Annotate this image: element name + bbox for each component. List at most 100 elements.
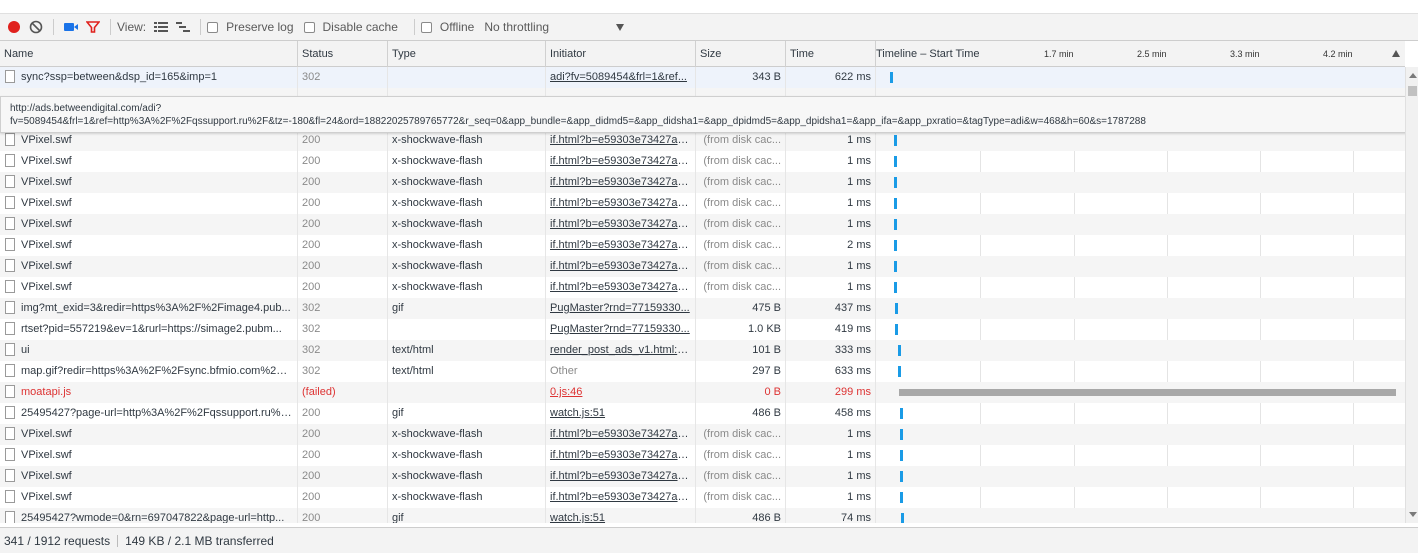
request-time: 1 ms <box>786 256 876 277</box>
request-initiator[interactable]: watch.js:51 <box>546 403 696 424</box>
table-row[interactable]: VPixel.swf 200 x-shockwave-flash if.html?b=… <box>0 130 1405 151</box>
checkbox-box[interactable] <box>303 21 315 33</box>
request-status: 200 <box>298 424 388 445</box>
throttling-select[interactable]: No throttling <box>484 20 625 34</box>
request-name[interactable]: VPixel.swf <box>0 466 298 487</box>
request-name[interactable]: VPixel.swf <box>0 424 298 445</box>
timeline-bar <box>901 513 904 523</box>
request-initiator[interactable]: adi?fv=5089454&frl=1&ref... <box>546 67 696 88</box>
request-initiator[interactable]: render_post_ads_v1.html:-l... <box>546 340 696 361</box>
table-row[interactable]: VPixel.swf 200 x-shockwave-flash if.html?b=… <box>0 151 1405 172</box>
request-name[interactable]: 25495427?wmode=0&rn=697047822&page-url=h… <box>0 508 298 523</box>
offline-checkbox[interactable]: Offline <box>420 20 474 34</box>
sort-ascending-icon[interactable] <box>1392 50 1400 57</box>
table-row[interactable]: VPixel.swf 200 x-shockwave-flash if.html?b=… <box>0 172 1405 193</box>
request-initiator[interactable]: if.html?b=e59303e73427a3... <box>546 172 696 193</box>
request-initiator[interactable]: if.html?b=e59303e73427a3... <box>546 235 696 256</box>
column-header-status[interactable]: Status <box>298 41 388 67</box>
request-initiator[interactable]: if.html?b=e59303e73427a3... <box>546 193 696 214</box>
request-size: 0 B <box>696 382 786 403</box>
request-size: (from disk cac... <box>696 151 786 172</box>
request-name[interactable]: VPixel.swf <box>0 235 298 256</box>
request-name[interactable]: VPixel.swf <box>0 172 298 193</box>
tooltip-line: fv=5089454&frl=1&ref=http%3A%2F%2Fqssupp… <box>10 116 1146 127</box>
request-initiator[interactable]: Other <box>546 361 696 382</box>
table-row[interactable]: img?mt_exid=3&redir=https%3A%2F%2Fimage4… <box>0 298 1405 319</box>
file-icon <box>5 279 15 293</box>
request-initiator[interactable]: PugMaster?rnd=77159330... <box>546 298 696 319</box>
request-name[interactable]: VPixel.swf <box>0 130 298 151</box>
overview-button[interactable] <box>172 16 194 38</box>
table-row[interactable]: 25495427?wmode=0&rn=697047822&page-url=h… <box>0 508 1405 523</box>
column-header-size[interactable]: Size <box>696 41 786 67</box>
request-name[interactable]: VPixel.swf <box>0 277 298 298</box>
disable-cache-checkbox[interactable]: Disable cache <box>303 20 398 34</box>
request-initiator[interactable]: if.html?b=e59303e73427a3... <box>546 214 696 235</box>
scroll-thumb[interactable] <box>1408 86 1417 96</box>
timeline-bar <box>898 345 901 356</box>
table-row[interactable]: VPixel.swf 200 x-shockwave-flash if.html?b=… <box>0 214 1405 235</box>
request-initiator[interactable]: if.html?b=e59303e73427a3... <box>546 130 696 151</box>
column-header-type[interactable]: Type <box>388 41 546 67</box>
table-row[interactable]: moatapi.js (failed) 0.js:46 0 B 299 ms <box>0 382 1405 403</box>
request-name[interactable]: VPixel.swf <box>0 193 298 214</box>
table-row[interactable]: sync?ssp=between&dsp_id=165&imp=1 302 adi?… <box>0 67 1405 88</box>
request-type: x-shockwave-flash <box>388 130 546 151</box>
request-timeline <box>876 214 1405 235</box>
request-name[interactable]: rtset?pid=557219&ev=1&rurl=https://simag… <box>0 319 298 340</box>
large-rows-button[interactable] <box>150 16 172 38</box>
request-initiator[interactable]: if.html?b=e59303e73427a3... <box>546 445 696 466</box>
table-row[interactable]: VPixel.swf 200 x-shockwave-flash if.html?b=… <box>0 466 1405 487</box>
scroll-up-icon[interactable] <box>1409 73 1417 78</box>
table-row[interactable]: VPixel.swf 200 x-shockwave-flash if.html?b=… <box>0 445 1405 466</box>
request-name[interactable]: moatapi.js <box>0 382 298 403</box>
clear-button[interactable] <box>25 16 47 38</box>
request-time: 633 ms <box>786 361 876 382</box>
table-row[interactable]: map.gif?redir=https%3A%2F%2Fsync.bfmio.c… <box>0 361 1405 382</box>
table-row[interactable]: VPixel.swf 200 x-shockwave-flash if.html?b=… <box>0 277 1405 298</box>
table-row[interactable]: VPixel.swf 200 x-shockwave-flash if.html?b=… <box>0 487 1405 508</box>
request-name[interactable]: VPixel.swf <box>0 151 298 172</box>
request-initiator[interactable]: if.html?b=e59303e73427a3... <box>546 487 696 508</box>
request-initiator[interactable]: if.html?b=e59303e73427a3... <box>546 151 696 172</box>
screenshot-button[interactable] <box>60 16 82 38</box>
checkbox-box[interactable] <box>207 21 219 33</box>
request-initiator[interactable]: if.html?b=e59303e73427a3... <box>546 277 696 298</box>
table-row[interactable]: VPixel.swf 200 x-shockwave-flash if.html?b=… <box>0 235 1405 256</box>
request-type: x-shockwave-flash <box>388 256 546 277</box>
table-row[interactable]: VPixel.swf 200 x-shockwave-flash if.html?b=… <box>0 193 1405 214</box>
request-initiator[interactable]: 0.js:46 <box>546 382 696 403</box>
scroll-down-icon[interactable] <box>1409 512 1417 517</box>
column-header-initiator[interactable]: Initiator <box>546 41 696 67</box>
request-name[interactable]: VPixel.swf <box>0 487 298 508</box>
request-type: x-shockwave-flash <box>388 193 546 214</box>
record-button[interactable] <box>3 16 25 38</box>
request-initiator[interactable]: PugMaster?rnd=77159330... <box>546 319 696 340</box>
request-name[interactable]: VPixel.swf <box>0 256 298 277</box>
request-name[interactable]: ui <box>0 340 298 361</box>
table-row[interactable]: 25495427?page-url=http%3A%2F%2Fqssupport… <box>0 403 1405 424</box>
toolbar-separator <box>200 19 202 35</box>
request-name[interactable]: 25495427?page-url=http%3A%2F%2Fqssupport… <box>0 403 298 424</box>
table-row[interactable]: rtset?pid=557219&ev=1&rurl=https://simag… <box>0 319 1405 340</box>
checkbox-box[interactable] <box>420 21 432 33</box>
vertical-scrollbar[interactable] <box>1405 67 1418 523</box>
request-initiator[interactable]: if.html?b=e59303e73427a3... <box>546 466 696 487</box>
filter-button[interactable] <box>82 16 104 38</box>
request-name[interactable]: VPixel.swf <box>0 214 298 235</box>
preserve-log-checkbox[interactable]: Preserve log <box>207 20 294 34</box>
column-header-name[interactable]: Name <box>0 41 298 67</box>
request-name[interactable]: img?mt_exid=3&redir=https%3A%2F%2Fimage4… <box>0 298 298 319</box>
table-row[interactable]: VPixel.swf 200 x-shockwave-flash if.html?b=… <box>0 256 1405 277</box>
table-row[interactable]: VPixel.swf 200 x-shockwave-flash if.html?b=… <box>0 424 1405 445</box>
request-initiator[interactable]: if.html?b=e59303e73427a3... <box>546 424 696 445</box>
request-name[interactable]: sync?ssp=between&dsp_id=165&imp=1 <box>0 67 298 88</box>
table-row[interactable]: ui 302 text/html render_post_ads_v1.html:-l… <box>0 340 1405 361</box>
request-name[interactable]: VPixel.swf <box>0 445 298 466</box>
request-initiator[interactable]: watch.js:51 <box>546 508 696 523</box>
column-header-time[interactable]: Time <box>786 41 876 67</box>
filter-icon <box>86 21 100 33</box>
file-icon <box>5 258 15 272</box>
request-name[interactable]: map.gif?redir=https%3A%2F%2Fsync.bfmio.c… <box>0 361 298 382</box>
request-initiator[interactable]: if.html?b=e59303e73427a3... <box>546 256 696 277</box>
